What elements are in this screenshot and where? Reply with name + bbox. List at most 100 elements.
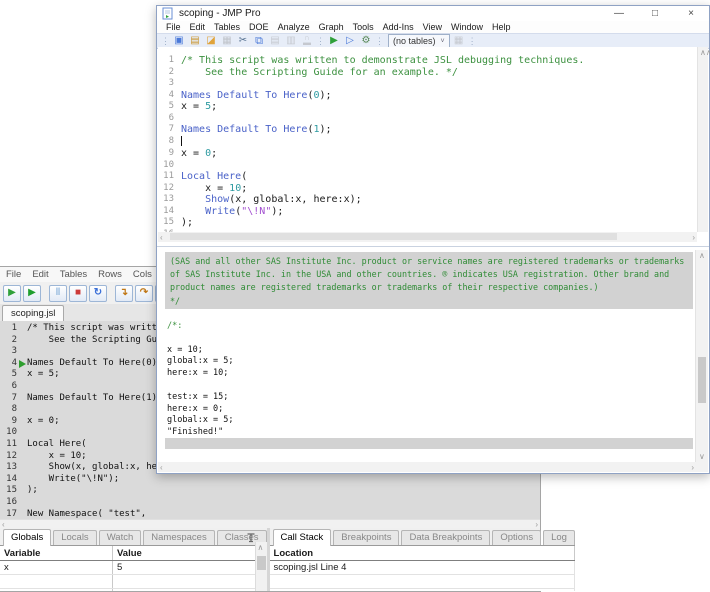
maximize-button[interactable]: □ bbox=[637, 6, 673, 21]
log-output: /*: x = 10;global:x = 5;here:x = 10; tes… bbox=[167, 321, 693, 439]
toolbar-grip: ⋮ bbox=[316, 36, 325, 47]
scroll-up-icon[interactable]: ∧ bbox=[699, 251, 705, 261]
table-row[interactable]: scoping.jsl Line 4 bbox=[270, 561, 575, 575]
menu-tables[interactable]: Tables bbox=[212, 22, 242, 32]
menu-rows[interactable]: Rows bbox=[97, 269, 123, 280]
editor-horizontal-scrollbar[interactable]: ‹ › bbox=[158, 232, 697, 242]
stop-icon[interactable] bbox=[69, 285, 87, 302]
new-data-table-icon[interactable] bbox=[452, 35, 466, 47]
window-controls: — □ × bbox=[601, 6, 709, 21]
menu-graph[interactable]: Graph bbox=[317, 22, 346, 32]
scrollbar-thumb[interactable] bbox=[698, 357, 706, 403]
table-header: VariableValue bbox=[0, 546, 267, 561]
reset-icon[interactable] bbox=[89, 285, 107, 302]
paste-icon[interactable] bbox=[268, 35, 282, 47]
run-script-icon[interactable] bbox=[3, 285, 21, 302]
tab-options[interactable]: Options bbox=[492, 530, 541, 545]
globals-scrollbar[interactable] bbox=[255, 542, 267, 591]
column-header-location: Location bbox=[270, 546, 575, 560]
step-over-icon[interactable] bbox=[135, 285, 153, 302]
editor-line: 5x = 5; bbox=[158, 101, 697, 113]
toolbar-grip: ⋮ bbox=[468, 36, 477, 47]
scrollbar-thumb[interactable] bbox=[170, 233, 617, 240]
editor-line: 15); bbox=[158, 217, 697, 229]
column-header-value: Value bbox=[113, 546, 267, 560]
tab-namespaces[interactable]: Namespaces bbox=[143, 530, 214, 545]
new-window-icon[interactable] bbox=[172, 35, 186, 47]
new-script-icon[interactable] bbox=[343, 35, 357, 47]
debugger-line: 14 Write("\!N"); bbox=[0, 474, 540, 486]
menu-cols[interactable]: Cols bbox=[132, 269, 153, 280]
scroll-left-icon[interactable]: ‹ bbox=[160, 463, 163, 473]
close-button[interactable]: × bbox=[673, 6, 709, 21]
pause-icon[interactable] bbox=[49, 285, 67, 302]
tab-log[interactable]: Log bbox=[543, 530, 575, 545]
menu-edit[interactable]: Edit bbox=[188, 22, 208, 32]
tab-watch[interactable]: Watch bbox=[99, 530, 142, 545]
scrollbar-thumb[interactable] bbox=[257, 556, 266, 570]
lock-icon[interactable] bbox=[300, 35, 314, 47]
scroll-up-icon[interactable]: ∧ bbox=[700, 48, 710, 58]
editor-vertical-scrollbar[interactable]: ∧ bbox=[697, 47, 708, 232]
tab-breakpoints[interactable]: Breakpoints bbox=[333, 530, 399, 545]
log-comment-block: (SAS and all other SAS Institute Inc. pr… bbox=[165, 252, 693, 309]
menu-file[interactable]: File bbox=[164, 22, 183, 32]
editor-line: 13 Show(x, global:x, here:x); bbox=[158, 194, 697, 206]
tools-icon[interactable] bbox=[359, 35, 373, 47]
scrollbar-corner bbox=[696, 462, 708, 472]
tab-call-stack[interactable]: Call Stack bbox=[273, 529, 332, 546]
editor-line: 8 bbox=[158, 136, 697, 149]
save-icon[interactable] bbox=[220, 35, 234, 47]
column-header-variable: Variable bbox=[0, 546, 113, 560]
run-icon[interactable] bbox=[23, 285, 41, 302]
variables-panel-tabs: GlobalsLocalsWatchNamespacesClasses bbox=[0, 528, 267, 546]
callstack-panel-tabs: Call StackBreakpointsData BreakpointsOpt… bbox=[270, 528, 575, 546]
editor-log-splitter[interactable] bbox=[157, 246, 709, 247]
scroll-right-icon[interactable]: › bbox=[691, 463, 694, 473]
menu-file[interactable]: File bbox=[5, 269, 22, 280]
chevron-down-icon: ˅ bbox=[441, 38, 445, 45]
table-row-empty bbox=[270, 589, 575, 591]
new-journal-icon[interactable] bbox=[188, 35, 202, 47]
scroll-down-icon[interactable]: ∨ bbox=[699, 452, 705, 462]
minimize-button[interactable]: — bbox=[601, 6, 637, 21]
menu-tools[interactable]: Tools bbox=[351, 22, 376, 32]
table-row[interactable]: x5 bbox=[0, 561, 267, 575]
tab-data-breakpoints[interactable]: Data Breakpoints bbox=[401, 530, 490, 545]
open-icon[interactable] bbox=[204, 35, 218, 47]
scroll-up-icon[interactable] bbox=[258, 543, 264, 552]
script-window: scoping - JMP Pro — □ × File Edit Tables DO… bbox=[156, 5, 710, 474]
window-horizontal-scrollbar[interactable]: ‹ › bbox=[158, 462, 696, 472]
menu-doe[interactable]: DOE bbox=[247, 22, 271, 32]
tab-globals[interactable]: Globals bbox=[3, 529, 51, 546]
menubar: File Edit Tables DOE Analyze Graph Tools Add-In… bbox=[157, 21, 709, 33]
scroll-left-icon[interactable]: ‹ bbox=[160, 233, 163, 243]
editor-line: 12 x = 10; bbox=[158, 183, 697, 195]
editor-line: 7Names Default To Here(1); bbox=[158, 124, 697, 136]
editor-line: 1/* This script was written to demonstra… bbox=[158, 55, 697, 67]
tab-scoping-jsl[interactable]: scoping.jsl bbox=[2, 305, 64, 321]
menu-help[interactable]: Help bbox=[490, 22, 513, 32]
copy-icon[interactable] bbox=[252, 35, 266, 47]
table-row-empty bbox=[0, 575, 267, 589]
step-into-icon[interactable] bbox=[115, 285, 133, 302]
table-header: Location bbox=[270, 546, 575, 561]
cut-icon[interactable] bbox=[236, 35, 250, 47]
tables-dropdown[interactable]: (no tables) ˅ bbox=[388, 34, 450, 48]
menu-window[interactable]: Window bbox=[449, 22, 485, 32]
menu-edit[interactable]: Edit bbox=[31, 269, 49, 280]
tab-locals[interactable]: Locals bbox=[53, 530, 96, 545]
editor-line: 4Names Default To Here(0); bbox=[158, 90, 697, 102]
log-vertical-scrollbar[interactable]: ∧ ∨ bbox=[695, 250, 708, 463]
copy-special-icon[interactable] bbox=[284, 35, 298, 47]
run-script-icon[interactable] bbox=[327, 35, 341, 47]
scroll-right-icon[interactable]: › bbox=[692, 233, 695, 243]
menu-tables[interactable]: Tables bbox=[59, 269, 88, 280]
editor-line: 2 See the Scripting Guide for an example… bbox=[158, 67, 697, 79]
menu-analyze[interactable]: Analyze bbox=[276, 22, 312, 32]
log-pane[interactable]: (SAS and all other SAS Institute Inc. pr… bbox=[158, 250, 696, 463]
script-editor[interactable]: 1/* This script was written to demonstra… bbox=[158, 47, 697, 232]
menu-view[interactable]: View bbox=[421, 22, 444, 32]
menu-add-ins[interactable]: Add-Ins bbox=[381, 22, 416, 32]
titlebar[interactable]: scoping - JMP Pro — □ × bbox=[157, 6, 709, 21]
